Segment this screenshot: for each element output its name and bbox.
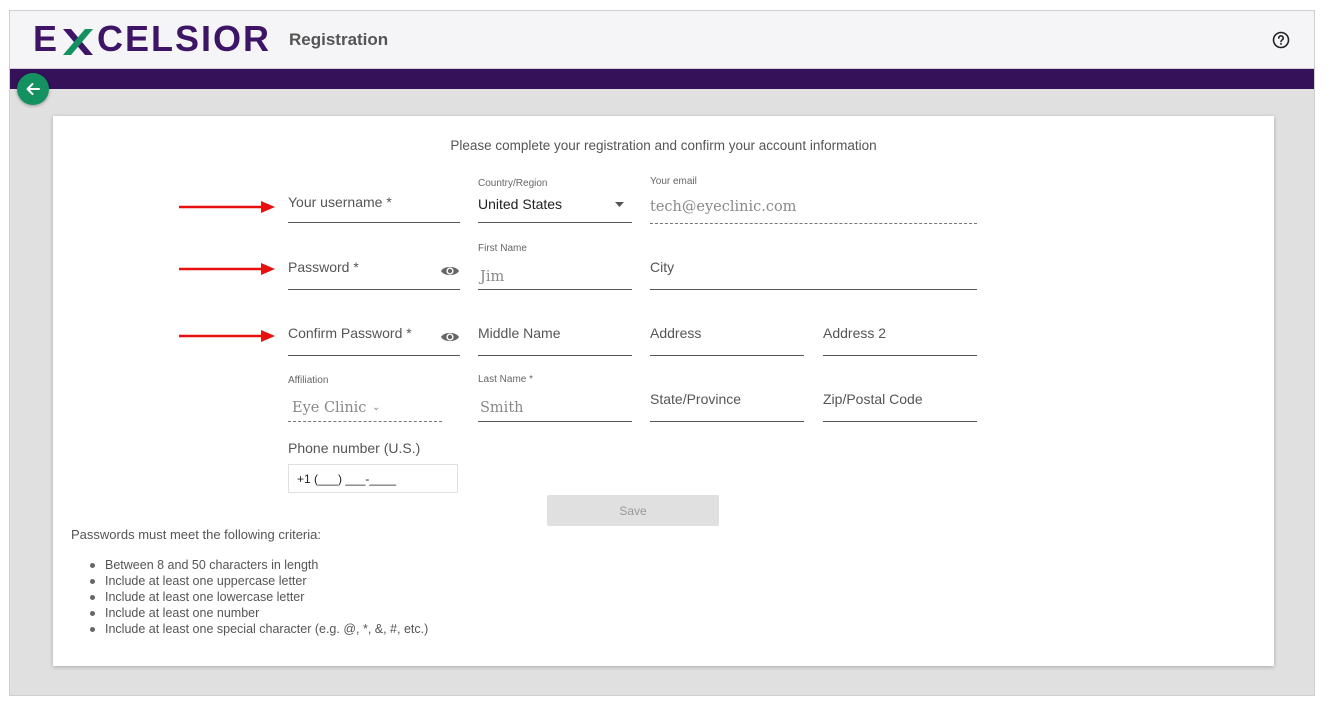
criteria-item: Include at least one special character (… [71,621,428,637]
criteria-item: Include at least one lowercase letter [71,589,428,605]
email-field[interactable]: Your email tech@eyeclinic.com [650,174,977,224]
affiliation-label: Affiliation [288,375,329,386]
affiliation-field[interactable]: Affiliation Eye Clinic ⌄ [288,374,442,422]
dropdown-caret-icon [615,202,624,207]
intro-text: Please complete your registration and co… [450,138,877,153]
phone-label: Phone number (U.S.) [288,440,421,456]
phone-value: +1 (___) ___-____ [297,472,397,486]
password-criteria-list: Between 8 and 50 characters in length In… [71,557,428,637]
username-field[interactable]: Your username * [288,186,460,223]
first-name-value: Jim [480,269,505,285]
annotation-arrow [179,201,275,213]
logo-text-start: E [33,18,60,59]
criteria-item: Include at least one uppercase letter [71,573,428,589]
state-field[interactable]: State/Province [650,386,804,422]
last-name-field[interactable]: Last Name * Smith [478,373,632,422]
logo-text-end: CELSIOR [97,18,272,59]
address-label: Address [650,325,702,341]
chevron-down-icon: ⌄ [372,402,381,413]
arrow-left-icon [26,83,40,95]
zip-label: Zip/Postal Code [823,391,923,407]
confirm-password-field[interactable]: Confirm Password * [288,320,460,356]
top-bar: E CELSIOR Registration [10,11,1314,69]
brand-bar [10,69,1314,89]
excelsior-logo: E CELSIOR [33,17,271,61]
last-name-label: Last Name * [478,374,534,385]
country-label: Country/Region [478,178,548,189]
email-label: Your email [650,176,697,187]
country-value: United States [478,196,563,212]
first-name-field[interactable]: First Name Jim [478,242,632,290]
annotation-arrow [179,330,275,342]
zip-field[interactable]: Zip/Postal Code [823,386,977,422]
country-select[interactable]: Country/Region United States [478,176,632,223]
username-label: Your username * [288,194,392,210]
email-value: tech@eyeclinic.com [650,199,797,215]
app-window: E CELSIOR Registration Please complete y [9,10,1315,696]
last-name-value: Smith [480,400,524,416]
criteria-item: Between 8 and 50 characters in length [71,557,428,573]
page-title: Registration [289,30,389,49]
back-button[interactable] [17,73,49,105]
state-label: State/Province [650,391,742,407]
middle-name-field[interactable]: Middle Name [478,320,632,356]
phone-input[interactable]: +1 (___) ___-____ [288,464,458,493]
phone-label-wrap: Phone number (U.S.) [288,438,460,458]
registration-card: Please complete your registration and co… [53,116,1274,666]
address2-label: Address 2 [823,325,887,341]
city-label: City [650,259,675,275]
eye-icon[interactable] [440,264,460,278]
city-field[interactable]: City [650,254,977,290]
annotation-arrow [179,263,275,275]
password-label: Password * [288,259,359,275]
address2-field[interactable]: Address 2 [823,320,977,356]
address-field[interactable]: Address [650,320,804,356]
help-circle-icon[interactable] [1272,31,1290,49]
password-criteria-title: Passwords must meet the following criter… [71,527,321,542]
save-button[interactable]: Save [547,495,719,526]
logo-x-mark [60,24,96,55]
affiliation-value: Eye Clinic [292,400,367,416]
confirm-password-label: Confirm Password * [288,325,412,341]
password-field[interactable]: Password * [288,254,460,290]
first-name-label: First Name [478,243,527,254]
middle-name-label: Middle Name [478,325,561,341]
eye-icon[interactable] [440,330,460,344]
criteria-item: Include at least one number [71,605,428,621]
